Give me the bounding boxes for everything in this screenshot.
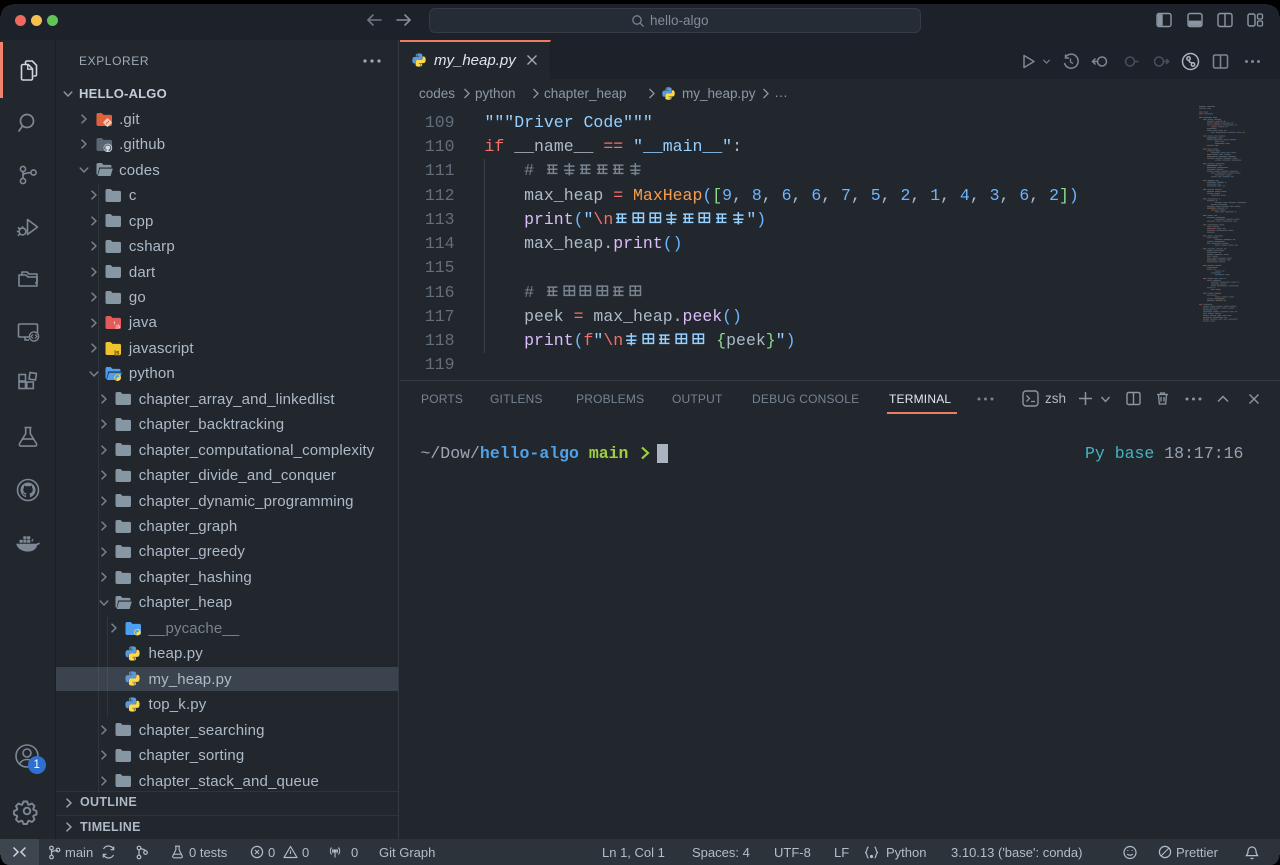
svg-text:js: js [114,349,121,356]
